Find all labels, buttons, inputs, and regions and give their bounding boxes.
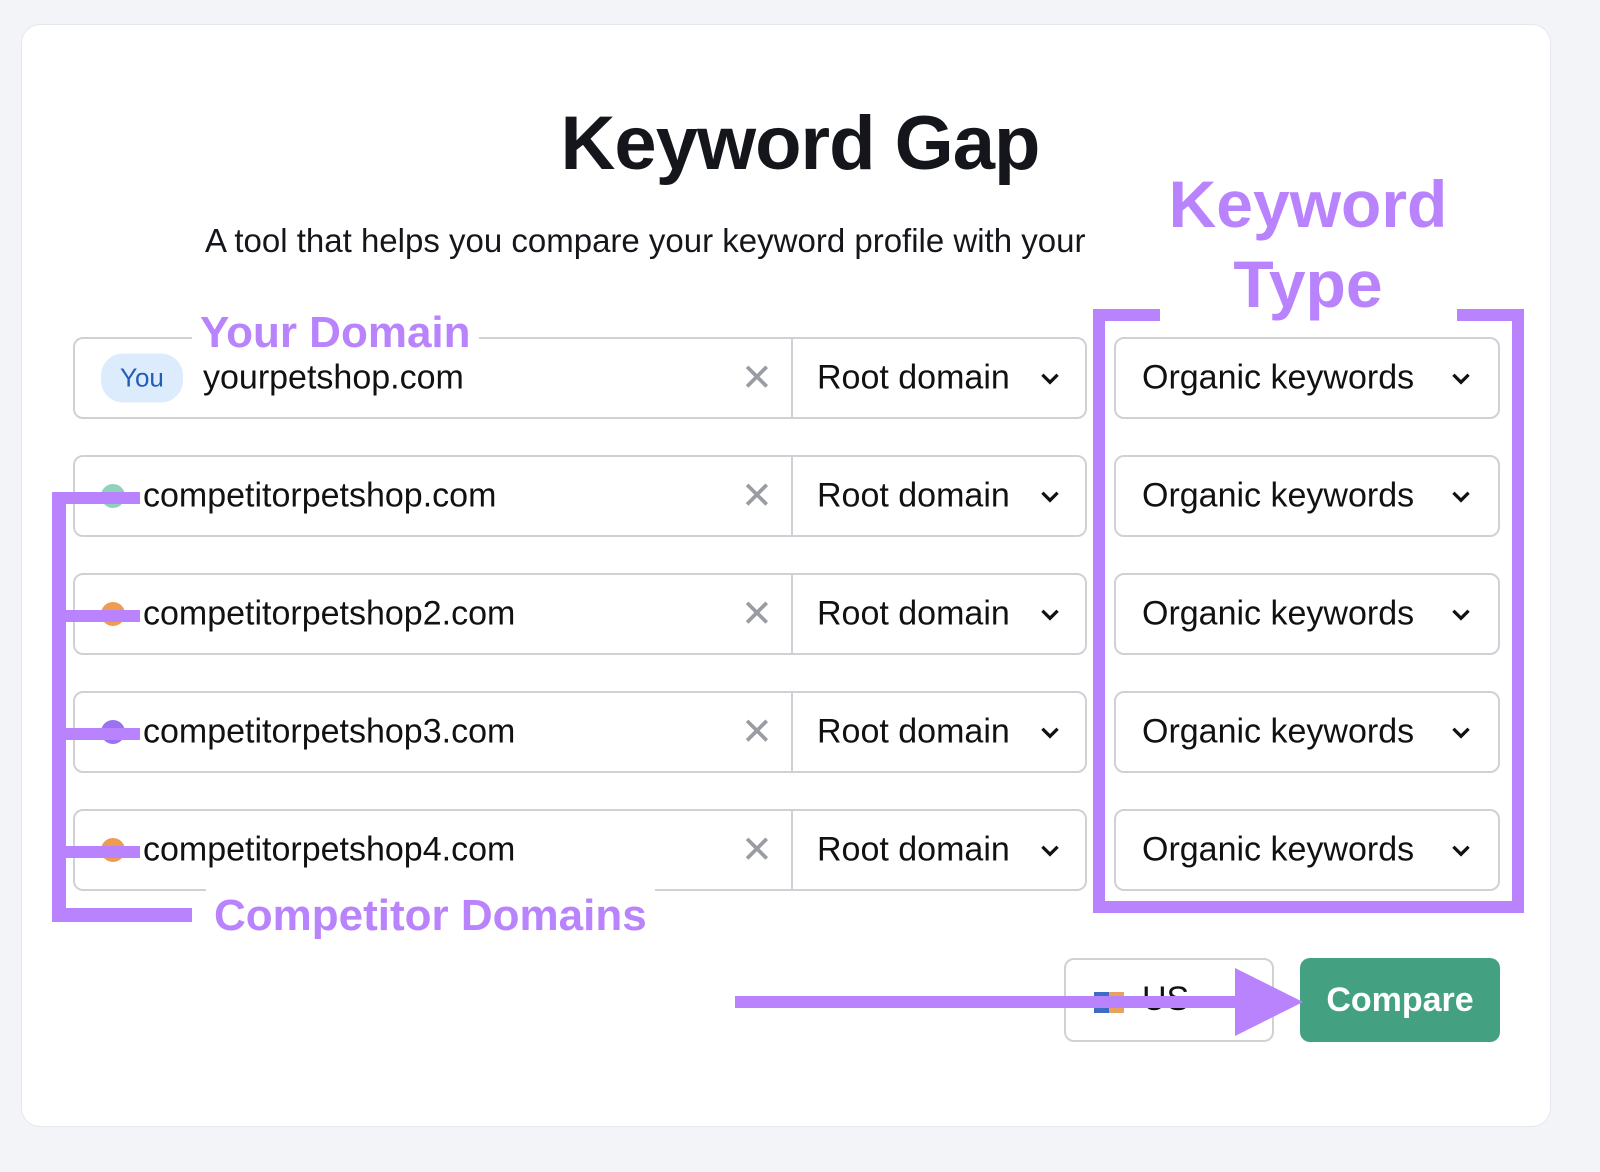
keyword-type-select[interactable]: Organic keywords xyxy=(1114,691,1500,773)
close-icon[interactable]: ✕ xyxy=(741,828,773,873)
annotation-bracket-tick xyxy=(52,492,140,504)
annotation-keyword-type-line2: Type xyxy=(1233,247,1383,321)
domain-type-select[interactable]: Root domain xyxy=(817,595,1010,634)
keyword-type-value: Organic keywords xyxy=(1142,712,1415,751)
close-icon[interactable]: ✕ xyxy=(741,592,773,637)
domain-row-competitor: competitorpetshop.com ✕ Root domain xyxy=(73,455,1087,537)
domain-input[interactable]: competitorpetshop2.com ✕ xyxy=(75,575,793,653)
you-badge: You xyxy=(101,353,183,403)
annotation-competitor-domains: Competitor Domains xyxy=(206,888,655,944)
chevron-down-icon[interactable] xyxy=(1037,601,1063,627)
chevron-down-icon[interactable] xyxy=(1037,365,1063,391)
keyword-type-select[interactable]: Organic keywords xyxy=(1114,455,1500,537)
annotation-keyword-type-line1: Keyword xyxy=(1168,167,1448,241)
domain-type-select[interactable]: Root domain xyxy=(817,831,1010,870)
close-icon[interactable]: ✕ xyxy=(741,356,773,401)
domain-input[interactable]: competitorpetshop.com ✕ xyxy=(75,457,793,535)
annotation-box-keyword-type xyxy=(1093,901,1524,913)
keyword-type-value: Organic keywords xyxy=(1142,830,1415,869)
domain-value[interactable]: competitorpetshop3.com xyxy=(143,713,515,752)
annotation-arrow-icon xyxy=(735,968,1303,1036)
domain-value[interactable]: competitorpetshop4.com xyxy=(143,831,515,870)
close-icon[interactable]: ✕ xyxy=(741,474,773,519)
keyword-type-value: Organic keywords xyxy=(1142,476,1415,515)
domain-type-select[interactable]: Root domain xyxy=(817,713,1010,752)
close-icon[interactable]: ✕ xyxy=(741,710,773,755)
domain-value[interactable]: yourpetshop.com xyxy=(203,359,464,398)
chevron-down-icon xyxy=(1452,491,1470,503)
chevron-down-icon xyxy=(1452,609,1470,621)
chevron-down-icon[interactable] xyxy=(1037,483,1063,509)
annotation-bracket-tick xyxy=(52,728,140,740)
domain-value[interactable]: competitorpetshop2.com xyxy=(143,595,515,634)
annotation-box-keyword-type xyxy=(1093,309,1105,913)
chevron-down-icon xyxy=(1452,373,1470,385)
keyword-type-value: Organic keywords xyxy=(1142,594,1415,633)
annotation-your-domain: Your Domain xyxy=(192,308,479,358)
chevron-down-icon xyxy=(1452,727,1470,739)
domain-row-competitor: competitorpetshop3.com ✕ Root domain xyxy=(73,691,1087,773)
page-subtitle: A tool that helps you compare your keywo… xyxy=(205,222,1086,259)
keyword-type-value: Organic keywords xyxy=(1142,358,1415,397)
annotation-bracket-tick xyxy=(52,610,140,622)
annotation-bracket-tick xyxy=(52,846,140,858)
domain-row-competitor: competitorpetshop2.com ✕ Root domain xyxy=(73,573,1087,655)
chevron-down-icon[interactable] xyxy=(1037,719,1063,745)
keyword-type-select[interactable]: Organic keywords xyxy=(1114,809,1500,891)
compare-button[interactable]: Compare xyxy=(1300,958,1500,1042)
domain-value[interactable]: competitorpetshop.com xyxy=(143,477,496,516)
domain-input[interactable]: competitorpetshop3.com ✕ xyxy=(75,693,793,771)
domain-row-competitor: competitorpetshop4.com ✕ Root domain xyxy=(73,809,1087,891)
domain-type-select[interactable]: Root domain xyxy=(817,477,1010,516)
domain-input[interactable]: competitorpetshop4.com ✕ xyxy=(75,811,793,889)
chevron-down-icon[interactable] xyxy=(1037,837,1063,863)
chevron-down-icon xyxy=(1452,845,1470,857)
keyword-type-select[interactable]: Organic keywords xyxy=(1114,573,1500,655)
annotation-bracket-base xyxy=(52,908,192,922)
annotation-box-keyword-type xyxy=(1512,309,1524,913)
domain-type-select[interactable]: Root domain xyxy=(817,359,1010,398)
keyword-type-select[interactable]: Organic keywords xyxy=(1114,337,1500,419)
